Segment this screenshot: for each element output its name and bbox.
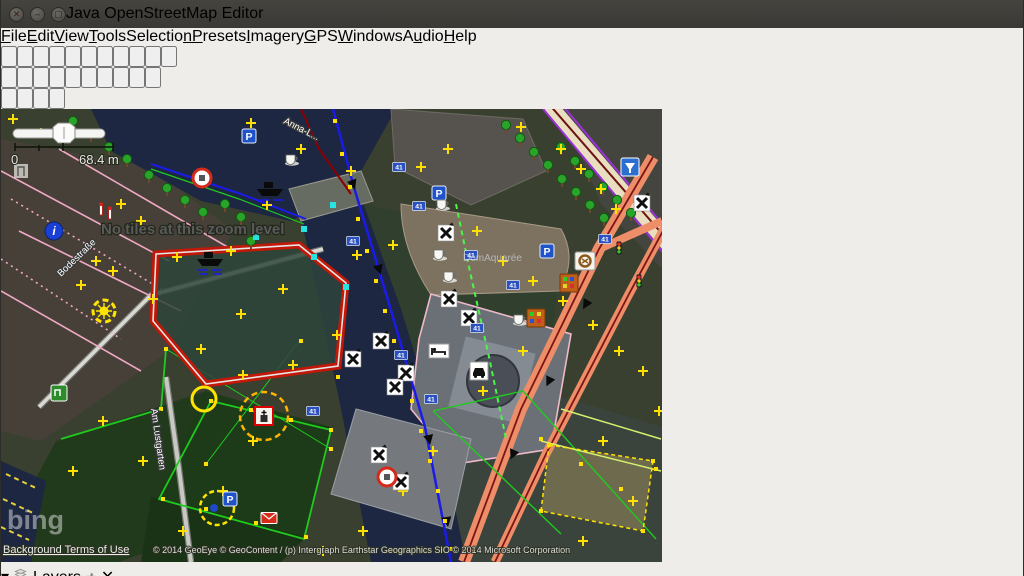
menu-item-selection[interactable]: Selection	[126, 28, 192, 45]
menu-item-help[interactable]: Help	[444, 28, 477, 45]
delete-tool-button[interactable]	[81, 67, 97, 88]
attraction-icon	[96, 303, 112, 319]
fountain-icon	[621, 158, 639, 176]
titlebar: ✕ – ▢ Java OpenStreetMap Editor	[1, 0, 1023, 28]
select-tool-button[interactable]	[17, 67, 33, 88]
menu-item-gps[interactable]: GPS	[304, 28, 338, 45]
scale-zero: 0	[11, 152, 18, 167]
scale-label: 68.4 m	[79, 152, 119, 167]
combine-way-button[interactable]	[145, 46, 161, 67]
window-maximize-button[interactable]: ▢	[51, 7, 66, 22]
no-entry-icon-2	[378, 468, 396, 486]
no-tiles-message: No tiles at this zoom level	[101, 221, 284, 238]
menu-item-windows[interactable]: Windows	[338, 28, 403, 45]
map-view[interactable]: P 41	[1, 109, 1023, 567]
undo-button[interactable]	[65, 46, 81, 67]
unglue-tool-button[interactable]	[97, 67, 113, 88]
window-close-button[interactable]: ✕	[9, 7, 24, 22]
draw-tool-button[interactable]	[49, 67, 65, 88]
pretzel-icon	[575, 252, 595, 270]
upload-data-button[interactable]	[49, 46, 65, 67]
refresh-button[interactable]	[161, 46, 177, 67]
menubar: FileEditViewToolsSelectionPresetsImagery…	[1, 28, 1023, 46]
edit-tool-sidebar: >>	[1, 67, 1023, 109]
menu-item-file[interactable]: File	[1, 28, 27, 45]
layers-collapse-button[interactable]: ▾	[1, 569, 9, 576]
main-toolbar	[1, 46, 1023, 67]
tags-tool-button[interactable]	[17, 88, 33, 109]
selected-node-berliner-dom[interactable]	[255, 407, 273, 425]
redo-button[interactable]	[81, 46, 97, 67]
taxi-icon	[470, 362, 488, 380]
merge-tool-button[interactable]	[129, 67, 145, 88]
layers-icon	[13, 567, 28, 576]
menu-item-presets[interactable]: Presets	[192, 28, 246, 45]
preferences-button[interactable]	[113, 46, 129, 67]
menu-item-view[interactable]: View	[54, 28, 88, 45]
lasso-tool-button[interactable]	[33, 67, 49, 88]
no-entry-icon	[193, 169, 211, 187]
area-label-domaquaree: DomAquarée	[463, 253, 522, 264]
update-data-button[interactable]	[33, 46, 49, 67]
bing-logo: bing	[7, 505, 64, 535]
open-button[interactable]	[1, 46, 17, 67]
info-icon: i	[45, 222, 63, 240]
hotel-icon	[429, 344, 449, 358]
menu-item-audio[interactable]: Audio	[403, 28, 444, 45]
more-tool-button[interactable]: >>	[145, 67, 161, 88]
search-button[interactable]	[97, 46, 113, 67]
layers-panel-title: Layers	[33, 569, 81, 576]
right-panel-column: ▾ Layers ✕ Data Layer 1 b Bing Sat	[1, 567, 1023, 576]
layers-close-button[interactable]: ✕	[101, 569, 114, 576]
window-controls: ✕ – ▢	[9, 7, 66, 22]
entrance-icon	[51, 385, 67, 401]
menu-item-tools[interactable]: Tools	[89, 28, 126, 45]
scroll-up-tool-button[interactable]	[1, 67, 17, 88]
menu-item-edit[interactable]: Edit	[27, 28, 55, 45]
imagery-attribution: © 2014 GeoEye © GeoContent / (p) Intergr…	[153, 545, 570, 555]
download-data-button[interactable]	[17, 46, 33, 67]
selection-tool-button[interactable]	[33, 88, 49, 109]
layers-panel: ▾ Layers ✕ Data Layer 1 b Bing Sat	[1, 567, 1023, 576]
mail-icon	[261, 513, 277, 524]
measure-tool-button[interactable]	[113, 67, 129, 88]
map-canvas[interactable]: P 41	[1, 109, 662, 562]
layers-pin-button[interactable]	[85, 569, 96, 576]
terms-of-use-link[interactable]: Background Terms of Use	[3, 544, 129, 556]
window-minimize-button[interactable]: –	[30, 7, 45, 22]
split-way-button[interactable]	[129, 46, 145, 67]
menu-item-imagery[interactable]: Imagery	[246, 28, 304, 45]
window-title: Java OpenStreetMap Editor	[66, 5, 263, 23]
josm-window: ✕ – ▢ Java OpenStreetMap Editor FileEdit…	[0, 0, 1024, 576]
zoom-tool-button[interactable]	[65, 67, 81, 88]
scroll-down-tool-button[interactable]	[49, 88, 65, 109]
layers-tool-button[interactable]	[1, 88, 17, 109]
